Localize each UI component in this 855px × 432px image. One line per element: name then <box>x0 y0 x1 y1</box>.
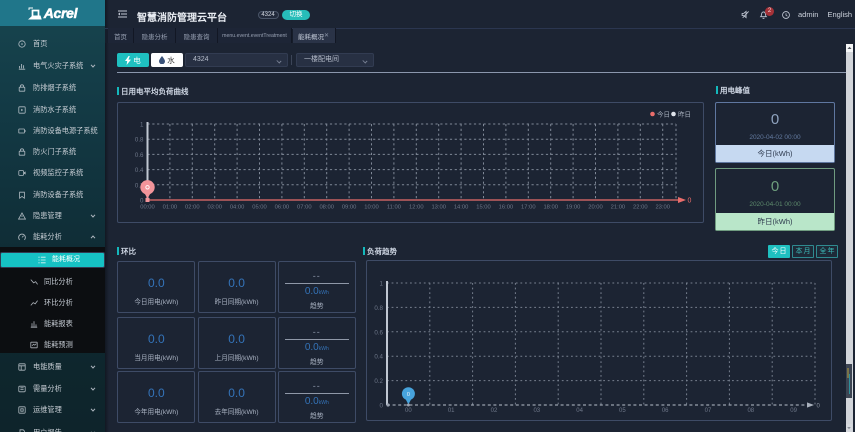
svg-text:09:00: 09:00 <box>342 204 357 210</box>
svg-text:04:00: 04:00 <box>230 204 245 210</box>
svg-text:1: 1 <box>140 122 144 129</box>
svg-text:01:00: 01:00 <box>163 204 178 210</box>
svg-text:06: 06 <box>662 408 669 414</box>
svg-text:07:00: 07:00 <box>297 204 312 210</box>
svg-text:0.2: 0.2 <box>374 378 383 385</box>
svg-text:0.8: 0.8 <box>135 137 144 144</box>
svg-text:14:00: 14:00 <box>454 204 469 210</box>
svg-text:15:00: 15:00 <box>476 204 491 210</box>
svg-text:07: 07 <box>705 408 712 414</box>
svg-text:19:00: 19:00 <box>566 204 581 210</box>
svg-text:05: 05 <box>619 408 626 414</box>
svg-text:昨日: 昨日 <box>678 110 691 119</box>
svg-text:16:00: 16:00 <box>499 204 514 210</box>
svg-text:03: 03 <box>533 408 540 414</box>
svg-text:11:00: 11:00 <box>387 204 401 210</box>
svg-text:今日: 今日 <box>657 110 670 119</box>
svg-text:08:00: 08:00 <box>319 204 334 210</box>
svg-text:0.4: 0.4 <box>135 167 144 174</box>
svg-text:02:00: 02:00 <box>185 204 200 210</box>
svg-text:03:00: 03:00 <box>207 204 222 210</box>
svg-text:05:00: 05:00 <box>252 204 267 210</box>
svg-text:01: 01 <box>448 408 455 414</box>
svg-text:1: 1 <box>380 281 384 288</box>
svg-text:09: 09 <box>790 408 797 414</box>
svg-text:18:00: 18:00 <box>543 204 558 210</box>
svg-text:10:00: 10:00 <box>364 204 379 210</box>
svg-text:21:00: 21:00 <box>611 204 626 210</box>
svg-text:0: 0 <box>817 404 821 410</box>
svg-text:0: 0 <box>380 403 384 410</box>
svg-text:0: 0 <box>688 198 692 205</box>
svg-text:0.8: 0.8 <box>374 305 383 312</box>
svg-text:00:00: 00:00 <box>140 204 155 210</box>
svg-text:0.6: 0.6 <box>135 152 144 159</box>
svg-text:0.4: 0.4 <box>374 354 383 361</box>
svg-text:23:00: 23:00 <box>655 204 670 210</box>
svg-text:20:00: 20:00 <box>588 204 603 210</box>
svg-text:08: 08 <box>747 408 754 414</box>
svg-text:06:00: 06:00 <box>275 204 290 210</box>
svg-text:0: 0 <box>407 392 410 398</box>
svg-text:22:00: 22:00 <box>633 204 648 210</box>
svg-text:02: 02 <box>491 408 498 414</box>
svg-text:13:00: 13:00 <box>431 204 446 210</box>
svg-text:0.6: 0.6 <box>374 329 383 336</box>
svg-text:04: 04 <box>576 408 583 414</box>
svg-text:17:00: 17:00 <box>521 204 536 210</box>
svg-text:12:00: 12:00 <box>409 204 424 210</box>
svg-text:00: 00 <box>405 408 412 414</box>
